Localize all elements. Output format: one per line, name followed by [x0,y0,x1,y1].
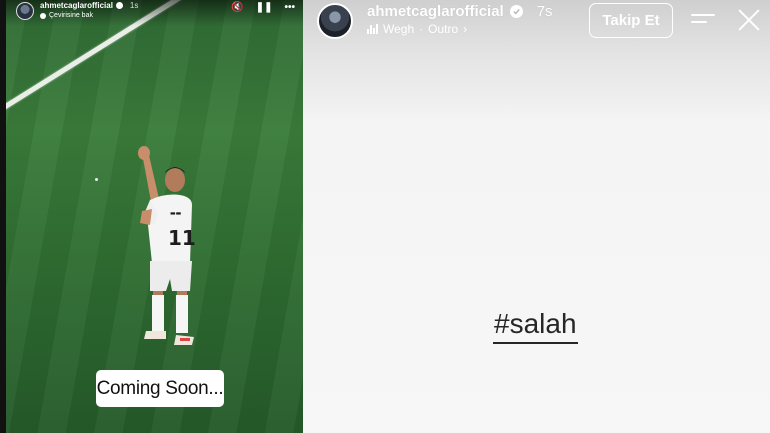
pause-icon[interactable]: ❚❚ [256,2,273,14]
music-icon [367,24,378,34]
left-username[interactable]: ahmetcaglarofficial [40,1,113,10]
mute-icon[interactable]: 🔇 [231,2,243,14]
left-edge-strip [0,0,6,433]
left-story-header: ahmetcaglarofficial 1s Çevirisine bak 🔇 … [6,0,303,26]
right-username[interactable]: ahmetcaglarofficial [367,3,504,20]
music-track[interactable]: Outro [428,22,458,36]
left-story-time: 1s [129,1,139,10]
right-username-row[interactable]: ahmetcaglarofficial 7s [367,3,553,20]
left-story-controls: 🔇 ❚❚ ••• [231,2,295,14]
pitch-mark [95,178,98,181]
music-info[interactable]: Wegh · Outro › [367,22,467,36]
music-artist[interactable]: Wegh [383,22,414,36]
shirt-name-mark: ▬▬ [170,210,182,217]
left-translate-row[interactable]: Çevirisine bak [40,12,93,19]
player-figure: 11 ▬▬ [138,146,196,345]
chevron-right-icon: › [463,22,468,36]
menu-icon[interactable] [691,12,717,28]
shirt-number: 11 [168,226,196,250]
left-avatar[interactable] [16,2,34,20]
more-options-icon[interactable]: ••• [284,2,295,14]
close-icon[interactable] [737,8,761,32]
verified-icon [509,5,523,18]
hashtag-sticker[interactable]: #salah [493,308,578,344]
left-username-row[interactable]: ahmetcaglarofficial 1s [40,1,138,10]
right-story-panel[interactable]: ahmetcaglarofficial 7s Wegh · Outro › Ta… [303,0,770,433]
coming-soon-sticker: Coming Soon... [96,370,224,407]
right-avatar[interactable] [317,3,353,39]
left-verified-icon [115,2,123,9]
right-story-time: 7s [536,3,553,20]
left-story-panel[interactable]: 11 ▬▬ ahmetcaglarofficial 1s Çevirisine … [0,0,303,433]
music-separator: · [419,22,424,36]
follow-button[interactable]: Takip Et [589,3,673,38]
translate-icon [40,12,46,19]
translate-label[interactable]: Çevirisine bak [49,12,93,19]
